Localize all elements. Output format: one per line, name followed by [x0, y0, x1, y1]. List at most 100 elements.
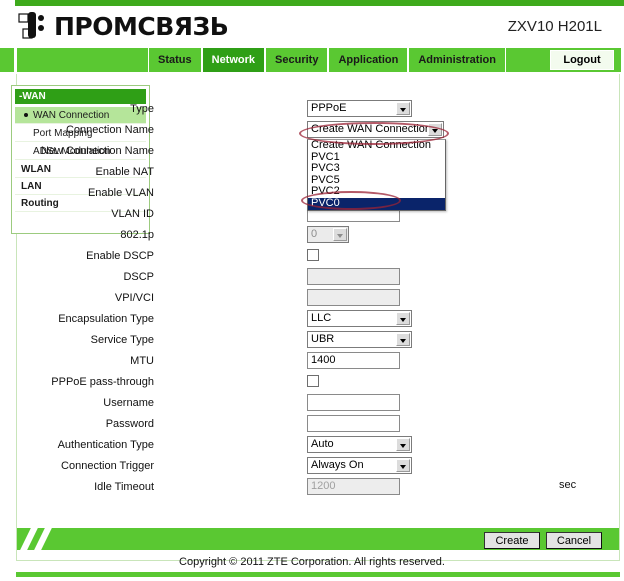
enable-dscp-checkbox[interactable]	[307, 249, 319, 261]
tab-security[interactable]: Security	[265, 48, 329, 72]
footer-slash-decoration	[17, 528, 67, 550]
tab-application[interactable]: Application	[328, 48, 409, 72]
router-admin-page: ПРОМСВЯЗЬ ZXV10 H201L Status Network Sec…	[0, 0, 624, 581]
row-dscp: DSCP	[123, 268, 490, 288]
chevron-down-icon[interactable]	[396, 459, 410, 472]
tab-administration[interactable]: Administration	[408, 48, 506, 72]
field-enable-dscp	[307, 247, 319, 261]
top-green-bar	[15, 0, 624, 6]
username-input[interactable]	[307, 394, 400, 411]
connection-name-select-value: Create WAN Connection	[311, 123, 432, 135]
label-pppoe-passthrough: PPPoE pass-through	[51, 376, 154, 388]
chevron-down-icon[interactable]	[333, 228, 347, 241]
encapsulation-type-select-value: LLC	[311, 312, 332, 324]
field-dscp	[307, 268, 400, 285]
encapsulation-type-select[interactable]: LLC	[307, 310, 412, 327]
row-authentication-type: Authentication Type Auto	[58, 436, 490, 456]
label-service-type: Service Type	[90, 334, 154, 346]
field-authentication-type: Auto	[307, 436, 412, 453]
logout-wrap: Logout	[550, 50, 614, 70]
row-password: Password	[106, 415, 490, 435]
connection-trigger-select[interactable]: Always On	[307, 457, 412, 474]
chevron-down-icon[interactable]	[396, 312, 410, 325]
field-dot1p: 0	[307, 226, 349, 243]
row-mtu: MTU 1400	[130, 352, 490, 372]
row-dot1p: 802.1p 0	[120, 226, 490, 246]
brand: ПРОМСВЯЗЬ	[18, 8, 238, 46]
connection-name-dropdown-list[interactable]: Create WAN Connection PVC1 PVC3 PVC5 PVC…	[307, 139, 446, 211]
dscp-input[interactable]	[307, 268, 400, 285]
label-enable-nat: Enable NAT	[95, 166, 155, 178]
label-username: Username	[103, 397, 154, 409]
field-idle-timeout: 1200 sec	[307, 478, 576, 495]
label-connection-trigger: Connection Trigger	[61, 460, 154, 472]
brand-name: ПРОМСВЯЗЬ	[54, 12, 229, 41]
label-vlan-id: VLAN ID	[111, 208, 154, 220]
field-encapsulation-type: LLC	[307, 310, 412, 327]
field-password	[307, 415, 400, 432]
authentication-type-select[interactable]: Auto	[307, 436, 412, 453]
field-type: PPPoE	[307, 100, 412, 117]
label-enable-vlan: Enable VLAN	[87, 187, 154, 199]
row-type: Type PPPoE	[130, 100, 490, 120]
chevron-down-icon[interactable]	[396, 333, 410, 346]
authentication-type-select-value: Auto	[311, 438, 334, 450]
label-type: Type	[130, 103, 154, 115]
label-password: Password	[105, 418, 154, 430]
label-new-connection-name: New Connection Name	[40, 145, 154, 157]
field-username	[307, 394, 400, 411]
topbar-left-gap	[0, 0, 15, 6]
label-connection-name: Connection Name	[65, 124, 154, 136]
label-encapsulation-type: Encapsulation Type	[58, 313, 154, 325]
label-vpi-vci: VPI/VCI	[114, 292, 154, 304]
mtu-input[interactable]: 1400	[307, 352, 400, 369]
footer-buttons: Create Cancel	[484, 532, 602, 549]
pppoe-passthrough-checkbox[interactable]	[307, 375, 319, 387]
dot1p-select-value: 0	[311, 228, 318, 240]
chevron-down-icon[interactable]	[428, 123, 442, 136]
label-idle-timeout: Idle Timeout	[94, 481, 154, 493]
row-pppoe-passthrough: PPPoE pass-through	[51, 373, 490, 393]
nav-left-accent	[0, 48, 14, 72]
field-mtu: 1400	[307, 352, 400, 369]
row-connection-name: Connection Name Create WAN Connection	[66, 121, 490, 141]
row-username: Username	[103, 394, 490, 414]
field-vpi-vci	[307, 289, 400, 306]
nav-tabs: Status Network Security Application Admi…	[148, 48, 506, 72]
bottom-green-bar	[16, 572, 620, 577]
cancel-button[interactable]: Cancel	[546, 532, 602, 549]
row-idle-timeout: Idle Timeout 1200 sec	[94, 478, 576, 498]
row-enable-dscp: Enable DSCP	[86, 247, 490, 267]
service-type-select[interactable]: UBR	[307, 331, 412, 348]
type-select-value: PPPoE	[311, 102, 347, 114]
service-type-select-value: UBR	[311, 333, 335, 345]
dropdown-option-create-wan-connection[interactable]: Create WAN Connection	[308, 139, 445, 152]
field-service-type: UBR	[307, 331, 412, 348]
field-connection-trigger: Always On	[307, 457, 412, 474]
dropdown-option-pvc0[interactable]: PVC0	[308, 197, 445, 210]
password-input[interactable]	[307, 415, 400, 432]
row-vpi-vci: VPI/VCI	[115, 289, 490, 309]
tab-status[interactable]: Status	[148, 48, 202, 72]
connection-name-select[interactable]: Create WAN Connection	[307, 121, 444, 138]
label-authentication-type: Authentication Type	[57, 439, 154, 451]
chevron-down-icon[interactable]	[396, 102, 410, 115]
tab-network[interactable]: Network	[201, 48, 266, 72]
label-mtu: MTU	[130, 355, 154, 367]
connection-trigger-select-value: Always On	[311, 459, 364, 471]
row-encapsulation-type: Encapsulation Type LLC	[58, 310, 490, 330]
type-select[interactable]: PPPoE	[307, 100, 412, 117]
label-enable-dscp: Enable DSCP	[86, 250, 154, 262]
field-connection-name: Create WAN Connection	[307, 121, 444, 138]
label-dscp: DSCP	[123, 271, 154, 283]
row-connection-trigger: Connection Trigger Always On	[61, 457, 490, 477]
vpi-vci-input[interactable]	[307, 289, 400, 306]
row-service-type: Service Type UBR	[91, 331, 490, 351]
logout-button[interactable]: Logout	[550, 50, 614, 70]
chevron-down-icon[interactable]	[396, 438, 410, 451]
dot1p-select[interactable]: 0	[307, 226, 349, 243]
create-button[interactable]: Create	[484, 532, 540, 549]
idle-timeout-input[interactable]: 1200	[307, 478, 400, 495]
promsvyaz-logo-icon	[18, 12, 44, 39]
copyright-text: Copyright © 2011 ZTE Corporation. All ri…	[179, 556, 445, 568]
